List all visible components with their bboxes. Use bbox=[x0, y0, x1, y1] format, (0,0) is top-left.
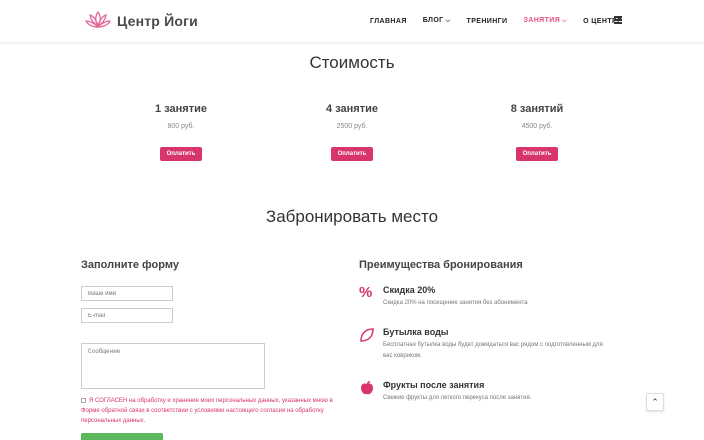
benefit-title: Бутылка воды bbox=[383, 327, 449, 337]
price-plan: 1 занятие 800 руб. Оплатить bbox=[111, 103, 251, 161]
benefit-title: Фрукты после занятия bbox=[383, 380, 485, 390]
nav-label: БЛОГ bbox=[422, 17, 444, 24]
menu-icon[interactable] bbox=[614, 16, 622, 24]
benefits-heading: Преимущества бронирования bbox=[359, 259, 523, 271]
nav-label: ГЛАВНАЯ bbox=[370, 17, 407, 25]
chevron-down-icon: ⌵ bbox=[562, 18, 568, 24]
logo[interactable]: Центр Йоги bbox=[85, 10, 198, 32]
agreement-text: Я СОГЛАСЕН на обработку и хранение моих … bbox=[81, 398, 333, 424]
apple-icon bbox=[359, 380, 375, 396]
name-input[interactable] bbox=[81, 286, 173, 301]
nav-item-classes[interactable]: ЗАНЯТИЯ ⌵ bbox=[523, 17, 567, 25]
site-header: Центр Йоги ГЛАВНАЯ БЛОГ ⌵ ТРЕНИНГИ ЗАНЯТИ… bbox=[0, 0, 704, 43]
plan-name: 8 занятий bbox=[510, 103, 564, 115]
nav-item-home[interactable]: ГЛАВНАЯ bbox=[370, 18, 407, 25]
chevron-up-icon: ⌃ bbox=[651, 397, 659, 407]
pay-button[interactable]: Оплатить bbox=[159, 147, 203, 161]
plan-name: 1 занятие bbox=[155, 103, 207, 115]
pay-button[interactable]: Оплатить bbox=[330, 147, 374, 161]
nav-item-trainings[interactable]: ТРЕНИНГИ bbox=[467, 18, 508, 25]
benefit-desc: Бесплатная бутылка воды будет дожидаться… bbox=[383, 342, 603, 359]
chevron-down-icon: ⌵ bbox=[445, 18, 451, 24]
message-textarea[interactable] bbox=[81, 343, 265, 389]
benefit-title: Скидка 20% bbox=[383, 285, 436, 295]
lotus-icon bbox=[85, 10, 111, 28]
benefit-desc: Скидка 20% на посещение занятия без абон… bbox=[383, 300, 528, 306]
nav-label: ЗАНЯТИЯ bbox=[523, 17, 561, 24]
plan-price: 800 руб. bbox=[167, 123, 195, 130]
pay-button[interactable]: Оплатить bbox=[515, 147, 559, 161]
booking-title: Забронировать место bbox=[265, 207, 439, 226]
pricing-title: Стоимость bbox=[309, 53, 395, 72]
price-plan: 8 занятий 4500 руб. Оплатить bbox=[467, 103, 607, 161]
plan-price: 4500 руб. bbox=[521, 123, 553, 130]
submit-button[interactable] bbox=[81, 433, 163, 440]
agreement: Я СОГЛАСЕН на обработку и хранение моих … bbox=[81, 396, 351, 426]
plan-name: 4 занятие bbox=[326, 103, 378, 115]
scroll-to-top-button[interactable]: ⌃ bbox=[646, 393, 664, 411]
agreement-checkbox[interactable] bbox=[81, 397, 86, 403]
nav-item-blog[interactable]: БЛОГ ⌵ bbox=[423, 17, 451, 25]
main-nav: ГЛАВНАЯ БЛОГ ⌵ ТРЕНИНГИ ЗАНЯТИЯ ⌵ О ЦЕНТРЕ bbox=[370, 17, 638, 25]
price-plan: 4 занятие 2500 руб. Оплатить bbox=[282, 103, 422, 161]
nav-label: ТРЕНИНГИ bbox=[466, 17, 508, 25]
form-heading: Заполните форму bbox=[81, 259, 179, 271]
plan-price: 2500 руб. bbox=[336, 123, 368, 130]
email-input[interactable] bbox=[81, 308, 173, 323]
percent-icon: % bbox=[359, 284, 373, 301]
benefit-desc: Свежие фрукты для легкого перекуса после… bbox=[383, 395, 532, 401]
leaf-icon bbox=[359, 327, 375, 343]
logo-text: Центр Йоги bbox=[117, 13, 198, 29]
